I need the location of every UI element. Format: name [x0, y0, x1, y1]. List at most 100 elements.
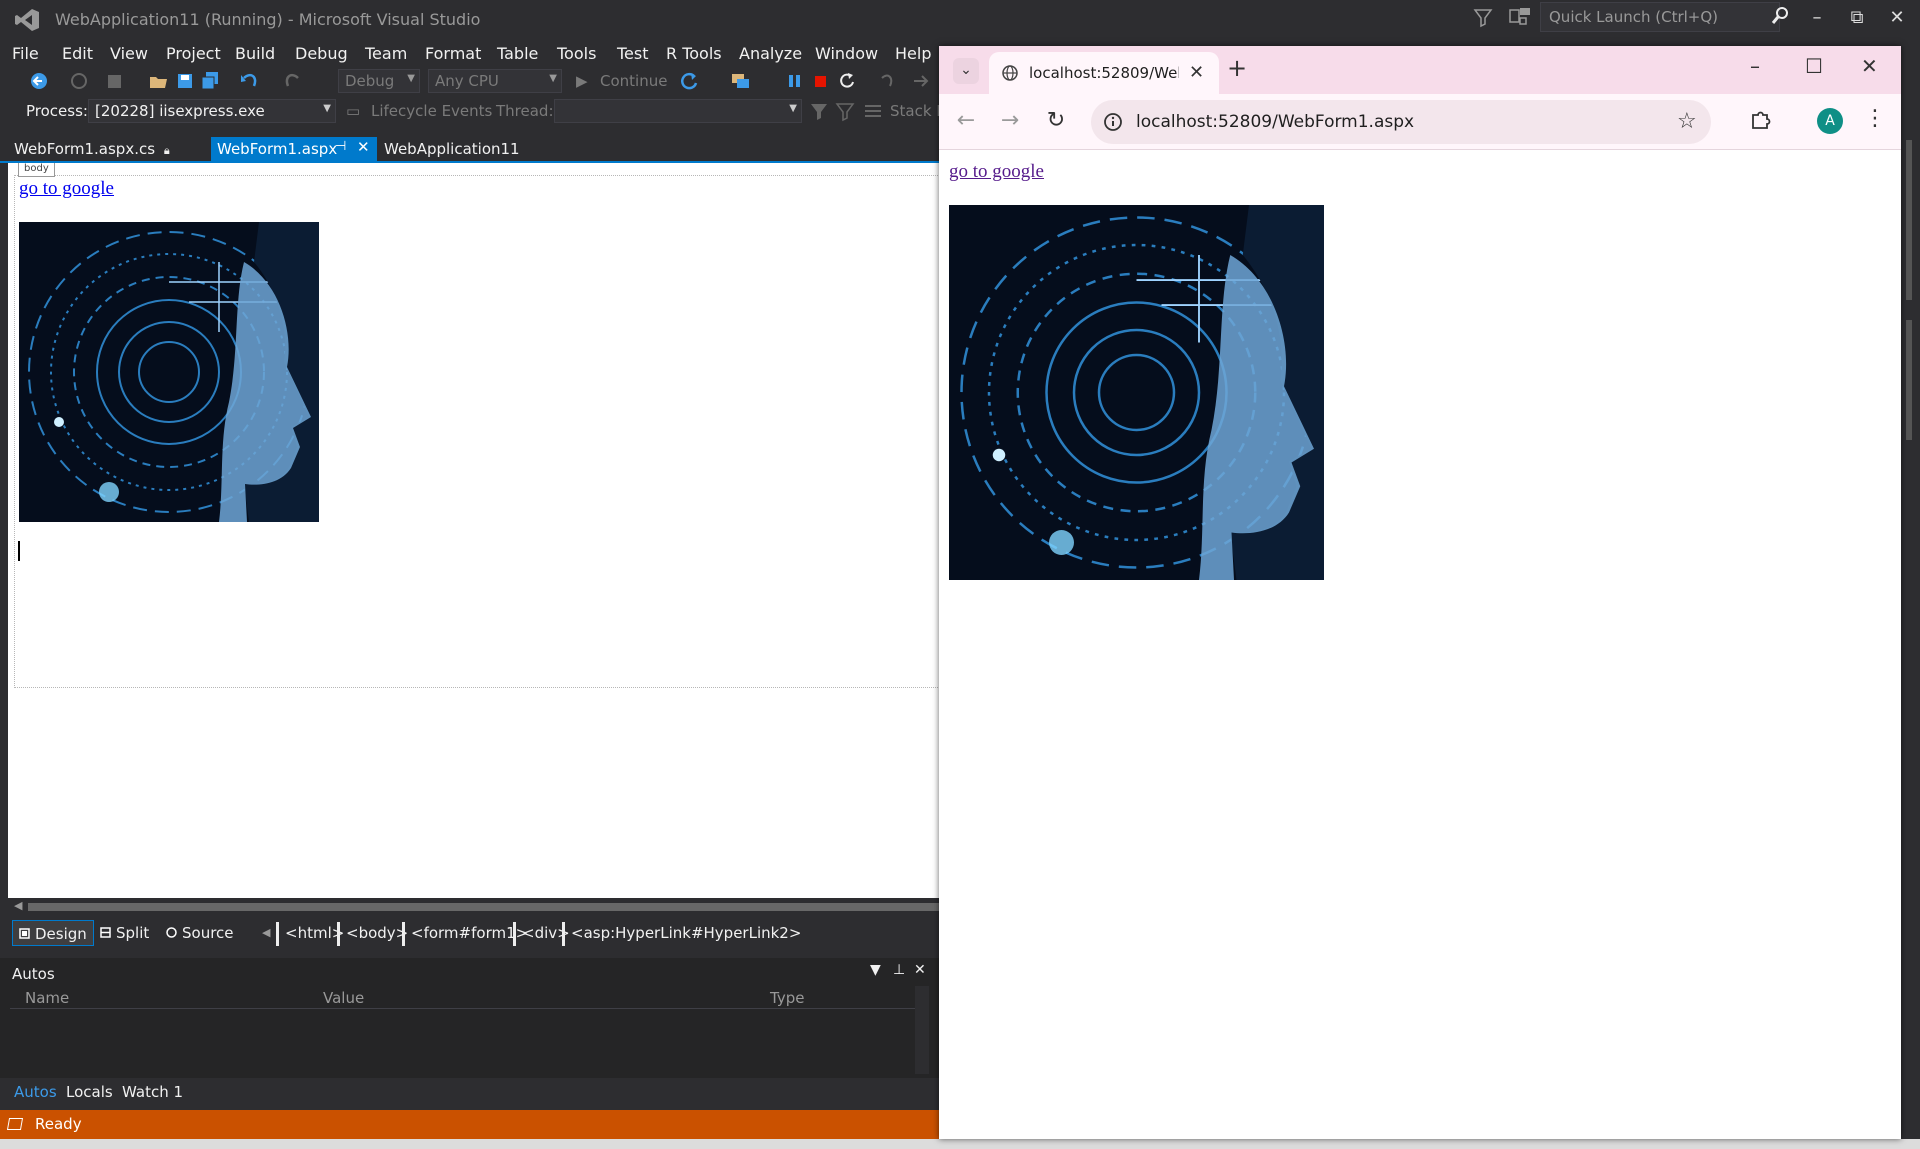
- menu-tools[interactable]: Tools: [555, 42, 598, 65]
- close-tab-icon[interactable]: ✕: [1189, 62, 1204, 83]
- close-panel-icon[interactable]: ✕: [914, 962, 926, 978]
- redo-icon[interactable]: [282, 70, 304, 92]
- restart-icon[interactable]: [836, 70, 858, 92]
- design-view-button[interactable]: Design: [12, 920, 94, 946]
- source-view-button[interactable]: Source: [160, 920, 240, 946]
- cyborg-face-image[interactable]: [19, 222, 319, 522]
- design-surface[interactable]: body go to google: [8, 163, 940, 898]
- url-text[interactable]: localhost:52809/WebForm1.aspx: [1136, 112, 1414, 132]
- scroll-crumbs-left-icon[interactable]: ◀: [262, 926, 270, 939]
- menu-format[interactable]: Format: [423, 42, 483, 65]
- tab-autos[interactable]: Autos: [14, 1083, 57, 1101]
- close-icon[interactable]: ✕: [357, 138, 370, 156]
- filter-threads-icon[interactable]: [808, 100, 830, 122]
- browser-link-icon[interactable]: [730, 70, 752, 92]
- menu-team[interactable]: Team: [363, 42, 409, 65]
- column-value[interactable]: Value: [323, 989, 364, 1007]
- breadcrumb-hyperlink[interactable]: <asp:HyperLink#HyperLink2>: [562, 922, 807, 946]
- menu-r-tools[interactable]: R Tools: [664, 42, 724, 65]
- process-dropdown[interactable]: [20228] iisexpress.exe ▼: [88, 99, 336, 123]
- tab-webform1-aspx-cs[interactable]: WebForm1.aspx.cs 🔒︎: [8, 137, 176, 161]
- menu-project[interactable]: Project: [164, 42, 223, 65]
- window-title: WebApplication11 (Running) - Microsoft V…: [55, 10, 481, 29]
- lifecycle-events-button[interactable]: Lifecycle Events: [371, 102, 492, 120]
- scroll-left-icon[interactable]: ◀: [14, 899, 22, 912]
- new-project-icon[interactable]: [104, 70, 126, 92]
- platform-value: Any CPU: [435, 72, 499, 90]
- menu-table[interactable]: Table: [495, 42, 540, 65]
- break-all-icon[interactable]: [784, 70, 806, 92]
- chrome-close-button[interactable]: ✕: [1861, 54, 1878, 78]
- refresh-browser-icon[interactable]: [678, 70, 700, 92]
- extensions-puzzle-icon[interactable]: [1749, 108, 1773, 132]
- navigate-forward-icon[interactable]: [68, 70, 90, 92]
- menu-window[interactable]: Window: [813, 42, 880, 65]
- quick-launch-input[interactable]: Quick Launch (Ctrl+Q): [1540, 2, 1780, 32]
- minimize-button[interactable]: –: [1800, 4, 1834, 32]
- vs-right-tool-strip: [1900, 40, 1920, 1139]
- tab-locals[interactable]: Locals: [66, 1083, 113, 1101]
- undo-icon[interactable]: [238, 70, 260, 92]
- search-icon[interactable]: [1770, 6, 1790, 26]
- tab-watch-1[interactable]: Watch 1: [122, 1083, 183, 1101]
- bookmark-star-icon[interactable]: ☆: [1677, 109, 1697, 134]
- text-caret: [18, 541, 20, 561]
- chrome-tab[interactable]: localhost:52809/WebForm1.aspx ✕: [989, 52, 1219, 94]
- site-info-icon[interactable]: [1103, 112, 1123, 132]
- restore-button[interactable]: ⧉: [1840, 4, 1874, 32]
- menu-help[interactable]: Help: [893, 42, 933, 65]
- designer-horizontal-scrollbar[interactable]: ◀: [8, 898, 940, 914]
- thread-label: Thread:: [496, 102, 554, 120]
- thread-dropdown[interactable]: ▼: [554, 99, 802, 123]
- autos-grid[interactable]: [10, 1008, 915, 1078]
- go-to-google-link[interactable]: go to google: [949, 161, 1044, 183]
- menu-build[interactable]: Build: [233, 42, 277, 65]
- profile-avatar[interactable]: A: [1817, 108, 1843, 134]
- save-icon[interactable]: [174, 70, 196, 92]
- menu-file[interactable]: File: [10, 42, 41, 65]
- tab-webapplication11[interactable]: WebApplication11: [378, 137, 526, 161]
- chrome-minimize-button[interactable]: –: [1750, 54, 1760, 78]
- panel-options-icon[interactable]: ▼: [870, 962, 881, 978]
- menu-edit[interactable]: Edit: [60, 42, 95, 65]
- forward-arrow-icon[interactable]: →: [996, 108, 1024, 133]
- toggle-external-code-icon[interactable]: [862, 100, 884, 122]
- chrome-maximize-button[interactable]: ☐: [1805, 54, 1823, 78]
- notification-filter-icon[interactable]: [1472, 6, 1494, 28]
- close-button[interactable]: ✕: [1880, 4, 1914, 32]
- back-arrow-icon[interactable]: ←: [952, 108, 980, 133]
- tab-search-button[interactable]: ⌄: [953, 58, 979, 84]
- configuration-dropdown[interactable]: Debug ▼: [338, 69, 420, 93]
- address-bar[interactable]: localhost:52809/WebForm1.aspx ☆: [1091, 100, 1711, 144]
- reload-icon[interactable]: ↻: [1042, 108, 1070, 133]
- pin-icon[interactable]: ⊣: [335, 139, 346, 154]
- design-hyperlink[interactable]: go to google: [19, 178, 114, 200]
- tool-strip-tab[interactable]: [1906, 140, 1912, 300]
- open-file-icon[interactable]: [148, 70, 170, 92]
- view-bar: Design Split Source ◀ <html> <body> <for…: [0, 918, 940, 948]
- menu-analyze[interactable]: Analyze: [737, 42, 804, 65]
- menu-test[interactable]: Test: [615, 42, 651, 65]
- navigate-back-icon[interactable]: [28, 70, 50, 92]
- feedback-icon[interactable]: [1508, 6, 1532, 28]
- split-view-button[interactable]: Split: [94, 920, 155, 946]
- step-back-icon[interactable]: [876, 70, 898, 92]
- save-all-icon[interactable]: [199, 70, 221, 92]
- chrome-menu-icon[interactable]: ⋮: [1864, 106, 1886, 131]
- menu-view[interactable]: View: [108, 42, 150, 65]
- debug-location-toolbar: Process: [20228] iisexpress.exe ▼ ▭ Life…: [0, 97, 945, 127]
- autos-vertical-scrollbar[interactable]: [915, 986, 929, 1074]
- tool-strip-tab[interactable]: [1906, 320, 1912, 440]
- scroll-thumb[interactable]: [28, 903, 940, 911]
- column-type[interactable]: Type: [770, 989, 804, 1007]
- column-name[interactable]: Name: [25, 989, 69, 1007]
- menu-debug[interactable]: Debug: [293, 42, 350, 65]
- flag-threads-icon[interactable]: [834, 100, 856, 122]
- new-tab-button[interactable]: +: [1227, 54, 1247, 82]
- pin-panel-icon[interactable]: ⊥: [893, 962, 905, 978]
- continue-button[interactable]: Continue: [600, 72, 667, 90]
- tab-webform1-aspx[interactable]: WebForm1.aspx ⊣ ✕: [211, 137, 377, 161]
- stop-debugging-icon[interactable]: [810, 70, 832, 92]
- step-forward-icon[interactable]: [910, 70, 932, 92]
- platform-dropdown[interactable]: Any CPU ▼: [428, 69, 562, 93]
